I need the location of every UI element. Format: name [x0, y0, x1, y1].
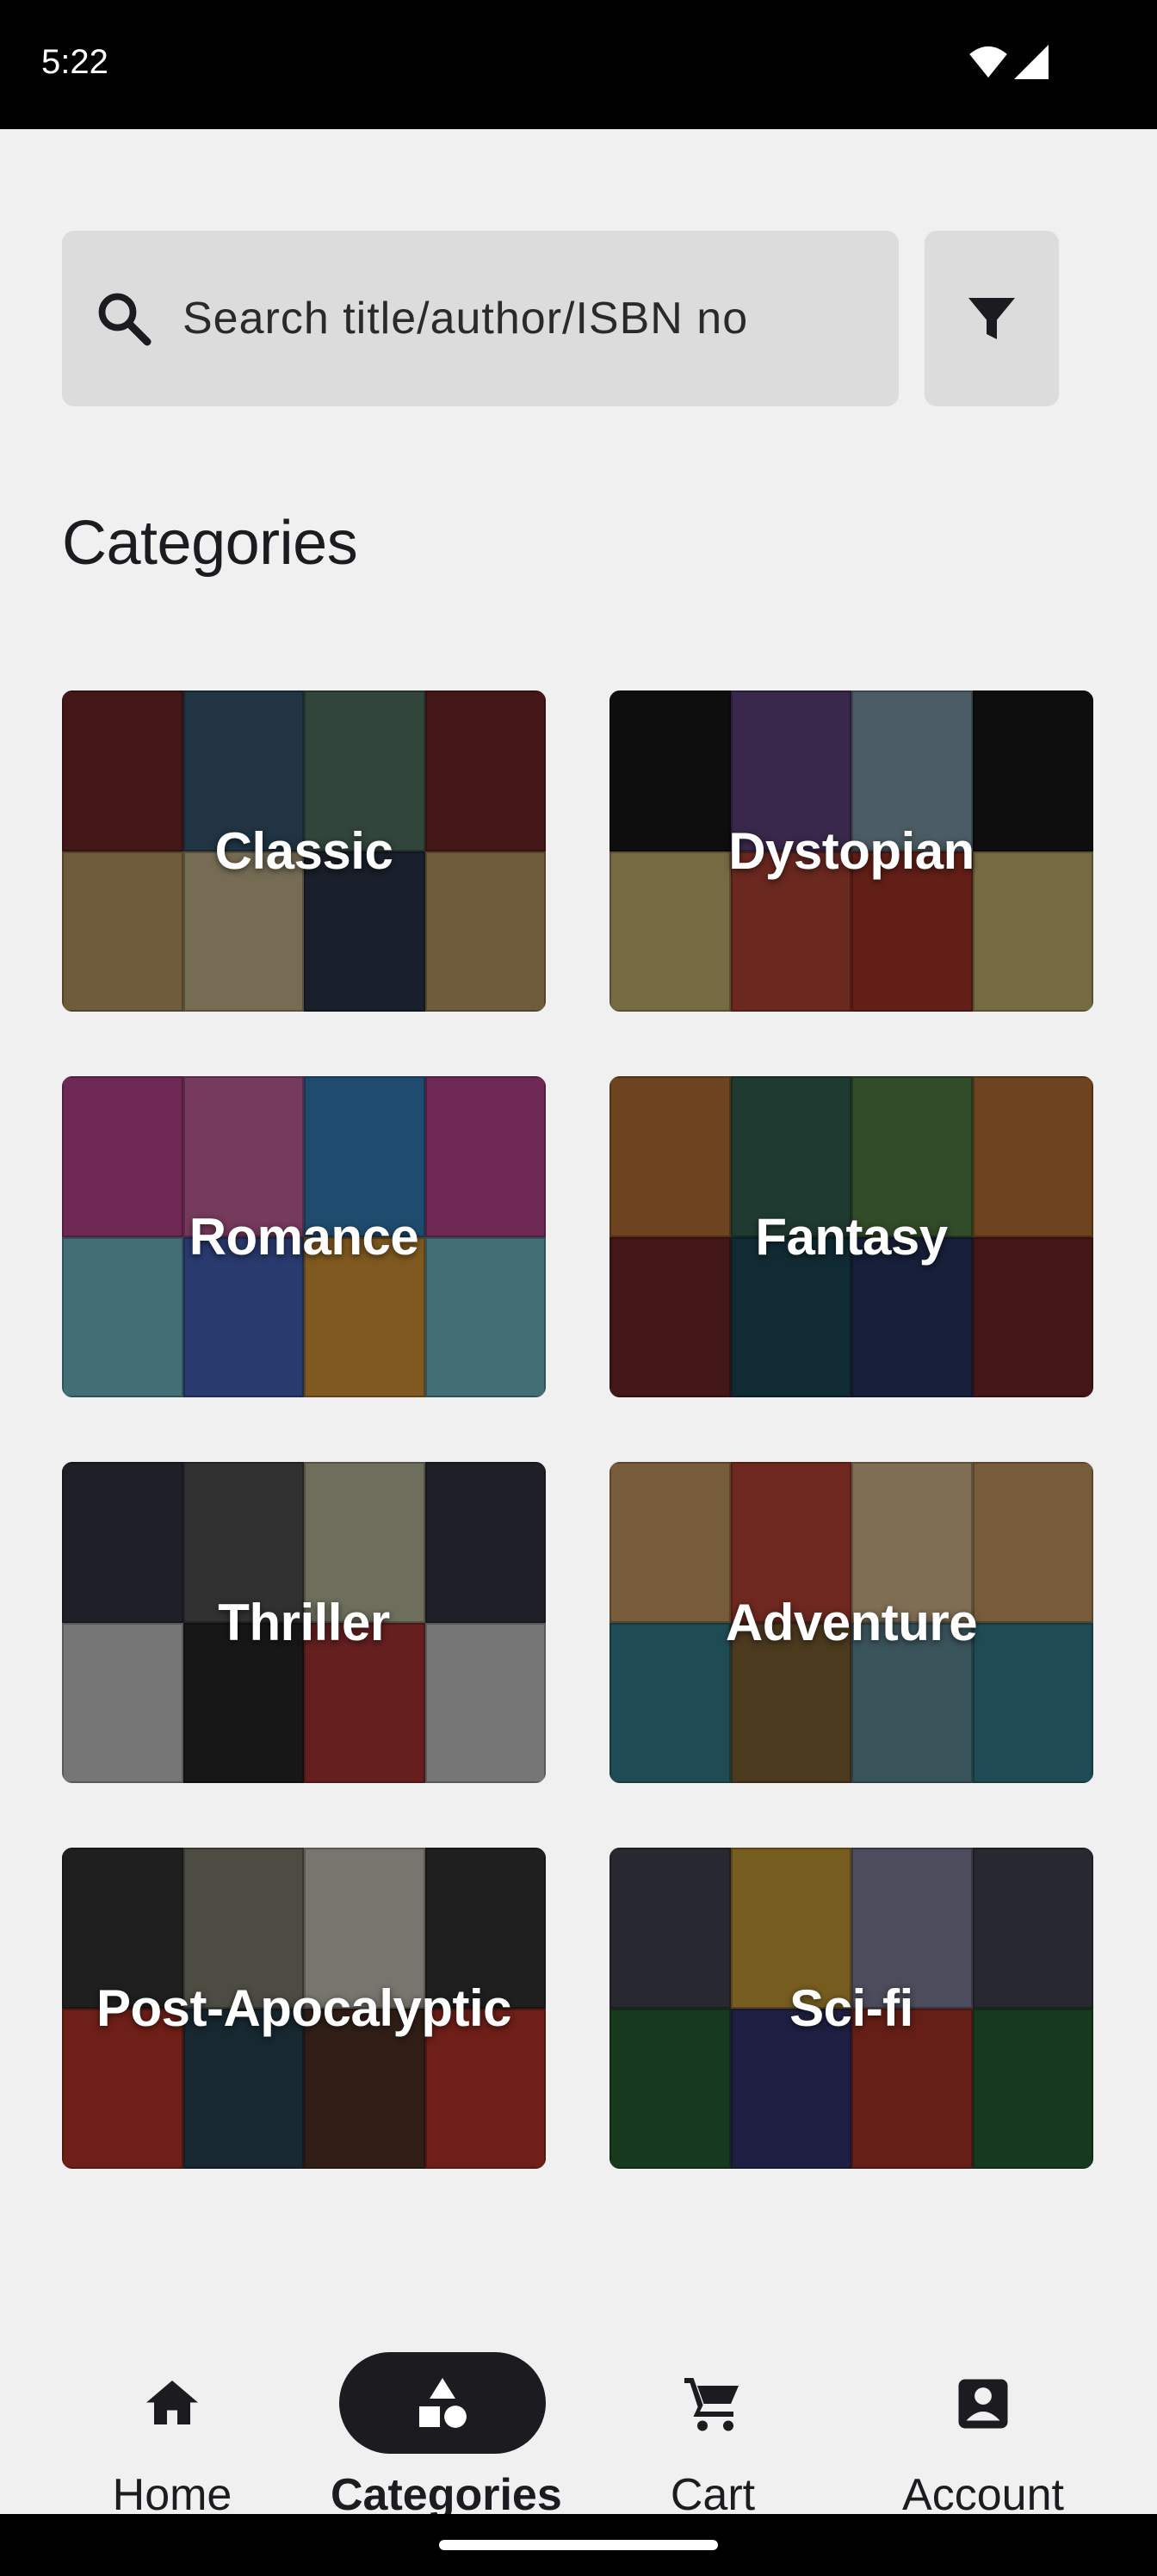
nav-label: Home — [112, 2470, 232, 2520]
cart-icon — [684, 2378, 739, 2431]
home-icon — [146, 2381, 198, 2424]
page-title: Categories — [62, 509, 358, 578]
categories-icon — [419, 2378, 467, 2428]
category-tile-post-apocalyptic[interactable]: Post-Apocalyptic — [62, 1848, 546, 2169]
status-bar: 5:22 — [0, 0, 1157, 129]
filter-icon — [968, 298, 1015, 339]
status-time: 5:22 — [41, 43, 108, 81]
search-placeholder: Search title/author/ISBN no — [183, 294, 749, 344]
category-label: Thriller — [218, 1594, 390, 1651]
nav-item-home[interactable]: Home — [60, 2297, 284, 2520]
category-tile-dystopian[interactable]: Dystopian — [609, 690, 1093, 1012]
account-icon — [958, 2379, 1008, 2429]
bottom-navigation: Home Categories Cart Account — [0, 2245, 1157, 2520]
gesture-navigation-bar — [0, 2514, 1157, 2576]
search-input[interactable]: Search title/author/ISBN no — [62, 231, 899, 406]
filter-button[interactable] — [925, 231, 1059, 406]
category-label: Post-Apocalyptic — [96, 1979, 512, 2037]
home-indicator-handle[interactable] — [439, 2540, 718, 2550]
category-tile-sci-fi[interactable]: Sci-fi — [609, 1848, 1093, 2169]
search-icon — [98, 293, 152, 346]
category-label: Classic — [214, 822, 393, 880]
nav-label: Account — [902, 2470, 1064, 2520]
category-tile-adventure[interactable]: Adventure — [609, 1462, 1093, 1783]
nav-item-account[interactable]: Account — [871, 2297, 1095, 2520]
nav-label: Cart — [670, 2470, 756, 2520]
wifi-icon — [969, 46, 1007, 78]
category-label: Fantasy — [755, 1208, 948, 1266]
nav-item-categories[interactable]: Categories — [331, 2297, 562, 2520]
category-tile-romance[interactable]: Romance — [62, 1076, 546, 1397]
nav-label: Categories — [331, 2470, 562, 2520]
category-tile-thriller[interactable]: Thriller — [62, 1462, 546, 1783]
category-label: Dystopian — [728, 822, 974, 880]
nav-item-cart[interactable]: Cart — [601, 2297, 825, 2520]
status-icons — [969, 45, 1049, 79]
category-tile-fantasy[interactable]: Fantasy — [609, 1076, 1093, 1397]
signal-icon — [1014, 45, 1049, 79]
category-label: Romance — [189, 1208, 419, 1266]
category-tile-classic[interactable]: Classic — [62, 690, 546, 1012]
category-label: Adventure — [725, 1594, 978, 1651]
category-label: Sci-fi — [789, 1979, 913, 2037]
